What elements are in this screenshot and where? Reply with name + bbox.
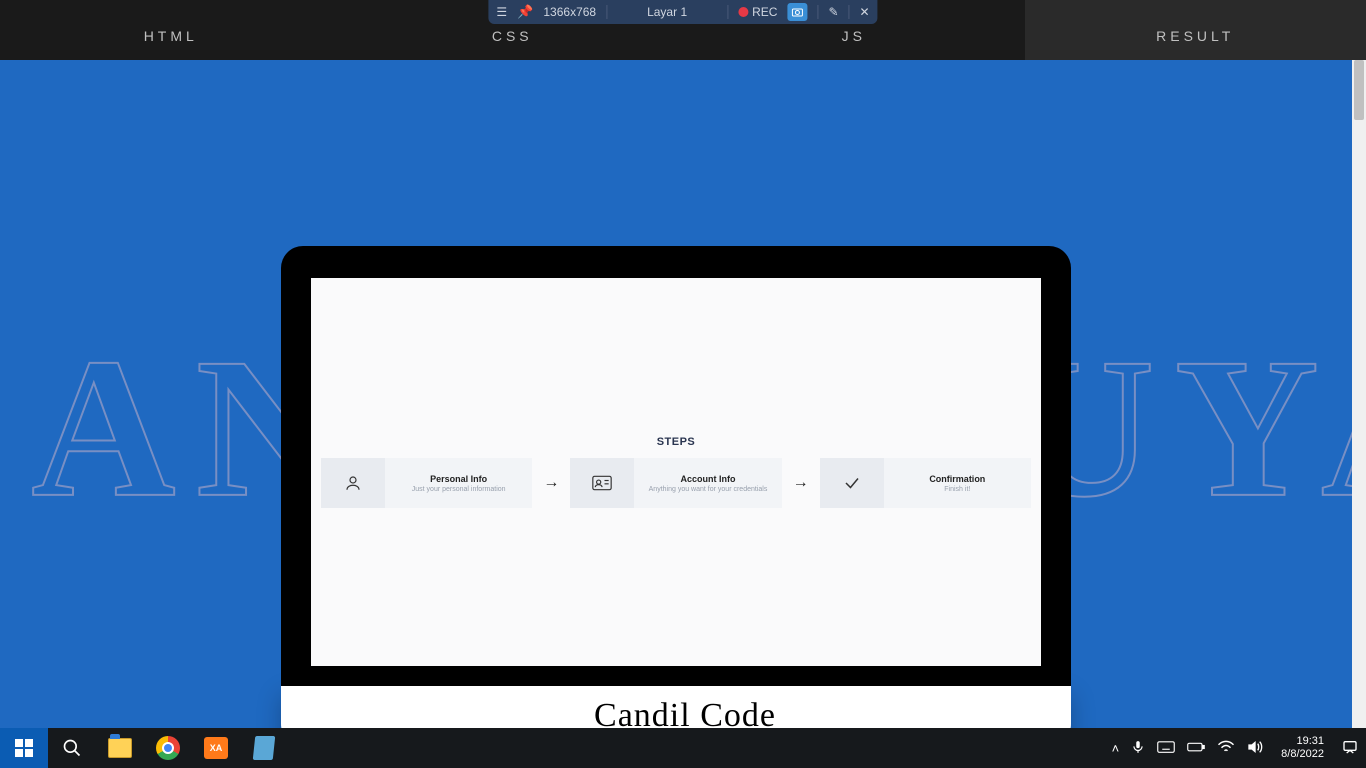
user-icon <box>321 458 385 508</box>
imac-screen: STEPS Personal Info Just your personal i… <box>311 278 1041 666</box>
keyboard-icon[interactable] <box>1157 741 1175 756</box>
menu-icon[interactable]: ☰ <box>496 5 507 19</box>
pin-icon[interactable]: 📌 <box>517 4 533 20</box>
recorder-layer-label[interactable]: Layar 1 <box>617 5 717 19</box>
clock-date: 8/8/2022 <box>1281 748 1324 761</box>
separator <box>817 5 818 19</box>
windows-taskbar: XA ˄ 19:31 8/8/2022 <box>0 728 1366 768</box>
steps-heading: STEPS <box>311 436 1041 448</box>
step-text: Personal Info Just your personal informa… <box>385 458 532 508</box>
steps-section: STEPS Personal Info Just your personal i… <box>311 436 1041 508</box>
step-title: Personal Info <box>430 474 487 484</box>
battery-icon[interactable] <box>1187 741 1205 756</box>
tab-result[interactable]: RESULT <box>1025 0 1366 60</box>
clock-time: 19:31 <box>1281 735 1324 748</box>
step-account-info[interactable]: Account Info Anything you want for your … <box>570 458 781 508</box>
imac-mockup: STEPS Personal Info Just your personal i… <box>281 246 1071 728</box>
system-tray: ˄ 19:31 8/8/2022 <box>1104 735 1366 761</box>
step-subtitle: Just your personal information <box>412 486 506 493</box>
steps-row: Personal Info Just your personal informa… <box>311 458 1041 508</box>
separator <box>727 5 728 19</box>
imac-chin: Candil Code <box>281 686 1071 728</box>
taskbar-clock[interactable]: 19:31 8/8/2022 <box>1275 735 1330 761</box>
brand-label: Candil Code <box>594 697 776 728</box>
start-button[interactable] <box>0 728 48 768</box>
tab-html[interactable]: HTML <box>0 0 342 60</box>
step-title: Confirmation <box>929 474 985 484</box>
file-explorer-button[interactable] <box>96 728 144 768</box>
step-text: Confirmation Finish it! <box>884 458 1031 508</box>
scrollbar-thumb[interactable] <box>1354 60 1364 120</box>
notifications-icon[interactable] <box>1342 739 1358 758</box>
record-dot-icon <box>738 7 748 17</box>
app-icon <box>253 736 276 760</box>
result-viewport: CANDIL KUYA STEPS Personal Info Just you… <box>0 60 1352 728</box>
imac-bezel: STEPS Personal Info Just your personal i… <box>281 246 1071 686</box>
search-button[interactable] <box>48 728 96 768</box>
record-button[interactable]: REC <box>738 5 777 19</box>
chevron-up-icon[interactable]: ˄ <box>1112 741 1120 756</box>
record-label: REC <box>752 5 777 19</box>
wifi-icon[interactable] <box>1217 740 1235 757</box>
separator <box>606 5 607 19</box>
microphone-icon[interactable] <box>1131 739 1145 758</box>
recorder-resolution: 1366x768 <box>543 5 596 19</box>
vertical-scrollbar[interactable] <box>1352 60 1366 728</box>
step-text: Account Info Anything you want for your … <box>634 458 781 508</box>
xampp-button[interactable]: XA <box>192 728 240 768</box>
separator <box>849 5 850 19</box>
check-icon <box>820 458 884 508</box>
step-subtitle: Finish it! <box>944 486 970 493</box>
step-title: Account Info <box>680 474 735 484</box>
camera-icon[interactable] <box>787 3 807 21</box>
app-button[interactable] <box>240 728 288 768</box>
windows-icon <box>15 739 33 757</box>
volume-icon[interactable] <box>1247 740 1263 757</box>
arrow-right-icon: → <box>790 458 812 508</box>
step-confirmation[interactable]: Confirmation Finish it! <box>820 458 1031 508</box>
chrome-button[interactable] <box>144 728 192 768</box>
chrome-icon <box>156 736 180 760</box>
screen-recorder-toolbar[interactable]: ☰ 📌 1366x768 Layar 1 REC ✎ ✕ <box>488 0 877 24</box>
step-subtitle: Anything you want for your credentials <box>649 486 768 493</box>
folder-icon <box>108 738 132 758</box>
arrow-right-icon: → <box>540 458 562 508</box>
pencil-icon[interactable]: ✎ <box>828 5 838 19</box>
step-personal-info[interactable]: Personal Info Just your personal informa… <box>321 458 532 508</box>
xampp-icon: XA <box>204 737 228 759</box>
close-icon[interactable]: ✕ <box>860 5 870 19</box>
id-card-icon <box>570 458 634 508</box>
